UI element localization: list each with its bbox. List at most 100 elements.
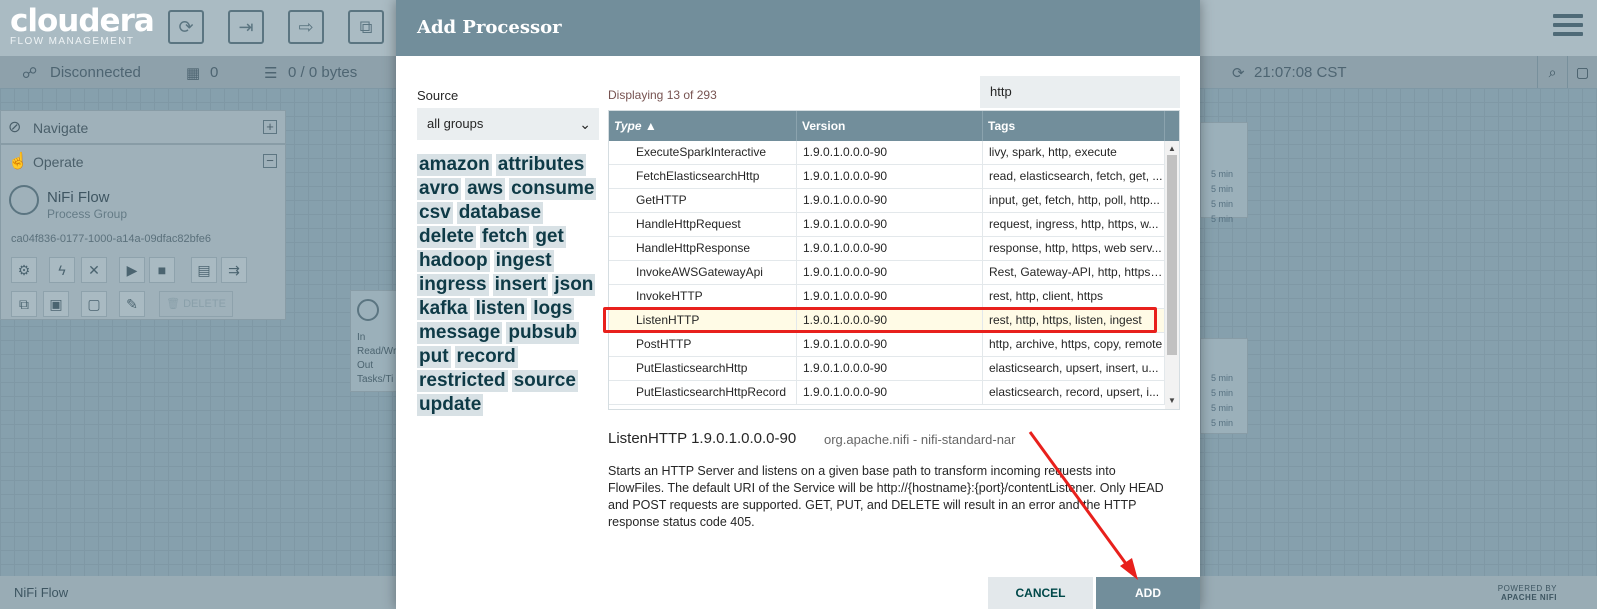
- copy-icon[interactable]: ⧉: [11, 291, 37, 317]
- tag-hadoop[interactable]: hadoop: [417, 250, 490, 272]
- cell-tags: read, elasticsearch, fetch, get, ...: [983, 165, 1165, 188]
- active-threads: 0: [210, 64, 219, 81]
- table-row[interactable]: GetHTTP 1.9.0.1.0.0.0-90 input, get, fetch…: [609, 189, 1179, 213]
- navigate-header[interactable]: ⊘ Navigate +: [1, 111, 285, 145]
- scroll-down-icon[interactable]: ▼: [1165, 395, 1179, 407]
- disable-icon[interactable]: ✕: [81, 257, 107, 283]
- tag-aws[interactable]: aws: [465, 178, 506, 200]
- global-menu-icon[interactable]: [1553, 14, 1583, 41]
- bg-card-right-top[interactable]: 5 min 5 min 5 min 5 min: [1200, 122, 1248, 224]
- status-time: 21:07:08 CST: [1254, 64, 1347, 81]
- column-tags[interactable]: Tags: [983, 111, 1165, 141]
- cell-version: 1.9.0.1.0.0.0-90: [797, 285, 983, 308]
- table-row[interactable]: InvokeAWSGatewayApi 1.9.0.1.0.0.0-90 Rest,…: [609, 261, 1179, 285]
- hand-icon: ☝: [8, 153, 28, 170]
- tag-insert[interactable]: insert: [492, 274, 549, 296]
- input-port-icon[interactable]: ⇥: [228, 10, 264, 44]
- column-type[interactable]: Type ▲: [609, 111, 797, 141]
- delete-label: DELETE: [183, 298, 226, 310]
- cell-type: InvokeHTTP: [609, 285, 797, 308]
- chevron-down-icon: ⌄: [579, 116, 591, 132]
- tag-restricted[interactable]: restricted: [417, 370, 508, 392]
- threads-icon: ▦: [186, 65, 201, 82]
- scroll-thumb[interactable]: [1167, 155, 1177, 355]
- upload-template-icon[interactable]: ⇉: [221, 257, 247, 283]
- filter-input[interactable]: [980, 76, 1180, 108]
- tag-attributes[interactable]: attributes: [495, 154, 587, 176]
- paste-icon[interactable]: ▣: [43, 291, 69, 317]
- collapse-icon[interactable]: −: [263, 154, 277, 168]
- template-icon[interactable]: ▤: [191, 257, 217, 283]
- source-select[interactable]: all groups ⌄: [417, 108, 599, 140]
- tag-delete[interactable]: delete: [417, 226, 476, 248]
- delete-button[interactable]: 🗑 DELETE: [159, 291, 233, 317]
- table-row[interactable]: ExecuteSparkInteractive 1.9.0.1.0.0.0-90 l…: [609, 141, 1179, 165]
- bg-processor[interactable]: In Read/Wr Out Tasks/Ti: [350, 290, 402, 392]
- configure-gear-icon[interactable]: ⚙: [11, 257, 37, 283]
- cell-type: InvokeAWSGatewayApi: [609, 261, 797, 284]
- tag-record[interactable]: record: [454, 346, 518, 368]
- tag-json[interactable]: json: [552, 274, 596, 296]
- queue-icon: ☰: [264, 65, 278, 82]
- column-version[interactable]: Version: [797, 111, 983, 141]
- tag-source[interactable]: source: [511, 370, 578, 392]
- tag-get[interactable]: get: [533, 226, 566, 248]
- refresh-icon[interactable]: ⟳: [1232, 64, 1245, 82]
- expand-icon[interactable]: +: [263, 120, 277, 134]
- tag-message[interactable]: message: [417, 322, 503, 344]
- table-row[interactable]: HandleHttpResponse 1.9.0.1.0.0.0-90 respon…: [609, 237, 1179, 261]
- source-value: all groups: [427, 116, 484, 131]
- table-row[interactable]: PutElasticsearchHttpRecord 1.9.0.1.0.0.0-…: [609, 381, 1179, 405]
- group-icon[interactable]: ▢: [81, 291, 107, 317]
- table-row[interactable]: PutElasticsearchHttp 1.9.0.1.0.0.0-90 elas…: [609, 357, 1179, 381]
- disconnected-icon: ☍: [22, 65, 38, 82]
- scroll-up-icon[interactable]: ▲: [1165, 143, 1179, 155]
- cell-tags: livy, spark, http, execute: [983, 141, 1165, 164]
- tag-consume[interactable]: consume: [509, 178, 597, 200]
- tag-fetch[interactable]: fetch: [479, 226, 530, 248]
- tag-kafka[interactable]: kafka: [417, 298, 470, 320]
- table-scrollbar[interactable]: ▲ ▼: [1165, 141, 1179, 409]
- tag-ingest[interactable]: ingest: [493, 250, 554, 272]
- compass-icon: ⊘: [8, 119, 22, 136]
- tag-update[interactable]: update: [417, 394, 484, 416]
- powered-by-logo: POWERED BY APACHE NIFI: [1498, 584, 1557, 602]
- tag-ingress[interactable]: ingress: [417, 274, 489, 296]
- processor-tool-icon[interactable]: ⟳: [168, 10, 204, 44]
- process-group-icon[interactable]: ⧉: [348, 10, 384, 44]
- operate-header[interactable]: ☝ Operate −: [1, 145, 285, 179]
- table-row[interactable]: InvokeHTTP 1.9.0.1.0.0.0-90 rest, http, cl…: [609, 285, 1179, 309]
- bg-label-in: In: [357, 332, 366, 343]
- bulletin-icon[interactable]: ▢: [1567, 56, 1597, 88]
- table-row[interactable]: PostHTTP 1.9.0.1.0.0.0-90 http, archive, h…: [609, 333, 1179, 357]
- cell-tags: elasticsearch, upsert, insert, u...: [983, 357, 1165, 380]
- tag-csv[interactable]: csv: [417, 202, 453, 224]
- logo-brand: cloudera: [10, 3, 155, 39]
- tag-listen[interactable]: listen: [473, 298, 528, 320]
- tag-logs[interactable]: logs: [531, 298, 575, 320]
- processor-description: Starts an HTTP Server and listens on a g…: [608, 464, 1164, 529]
- processor-icon: [357, 299, 379, 321]
- cancel-button[interactable]: CANCEL: [988, 577, 1093, 609]
- output-port-icon[interactable]: ⇨: [288, 10, 324, 44]
- search-icon[interactable]: ⌕: [1537, 56, 1567, 88]
- tag-pubsub[interactable]: pubsub: [506, 322, 579, 344]
- tag-amazon[interactable]: amazon: [417, 154, 492, 176]
- cell-tags: input, get, fetch, http, poll, http...: [983, 189, 1165, 212]
- stop-icon[interactable]: ■: [149, 257, 175, 283]
- table-row[interactable]: FetchElasticsearchHttp 1.9.0.1.0.0.0-90 re…: [609, 165, 1179, 189]
- tag-avro[interactable]: avro: [417, 178, 462, 200]
- cell-tags: response, http, https, web serv...: [983, 237, 1165, 260]
- color-brush-icon[interactable]: ✎: [119, 291, 145, 317]
- enable-bolt-icon[interactable]: ϟ: [49, 257, 75, 283]
- table-row[interactable]: HandleHttpRequest 1.9.0.1.0.0.0-90 request…: [609, 213, 1179, 237]
- breadcrumb[interactable]: NiFi Flow: [14, 585, 68, 600]
- bg-label-tasks: Tasks/Ti: [357, 374, 394, 385]
- add-button[interactable]: ADD: [1096, 577, 1200, 609]
- tag-put[interactable]: put: [417, 346, 451, 368]
- min-label: 5 min: [1211, 373, 1234, 383]
- start-play-icon[interactable]: ▶: [119, 257, 145, 283]
- bg-card-right-bottom[interactable]: 5 min 5 min 5 min 5 min: [1200, 338, 1248, 434]
- cell-type: GetHTTP: [609, 189, 797, 212]
- tag-database[interactable]: database: [456, 202, 544, 224]
